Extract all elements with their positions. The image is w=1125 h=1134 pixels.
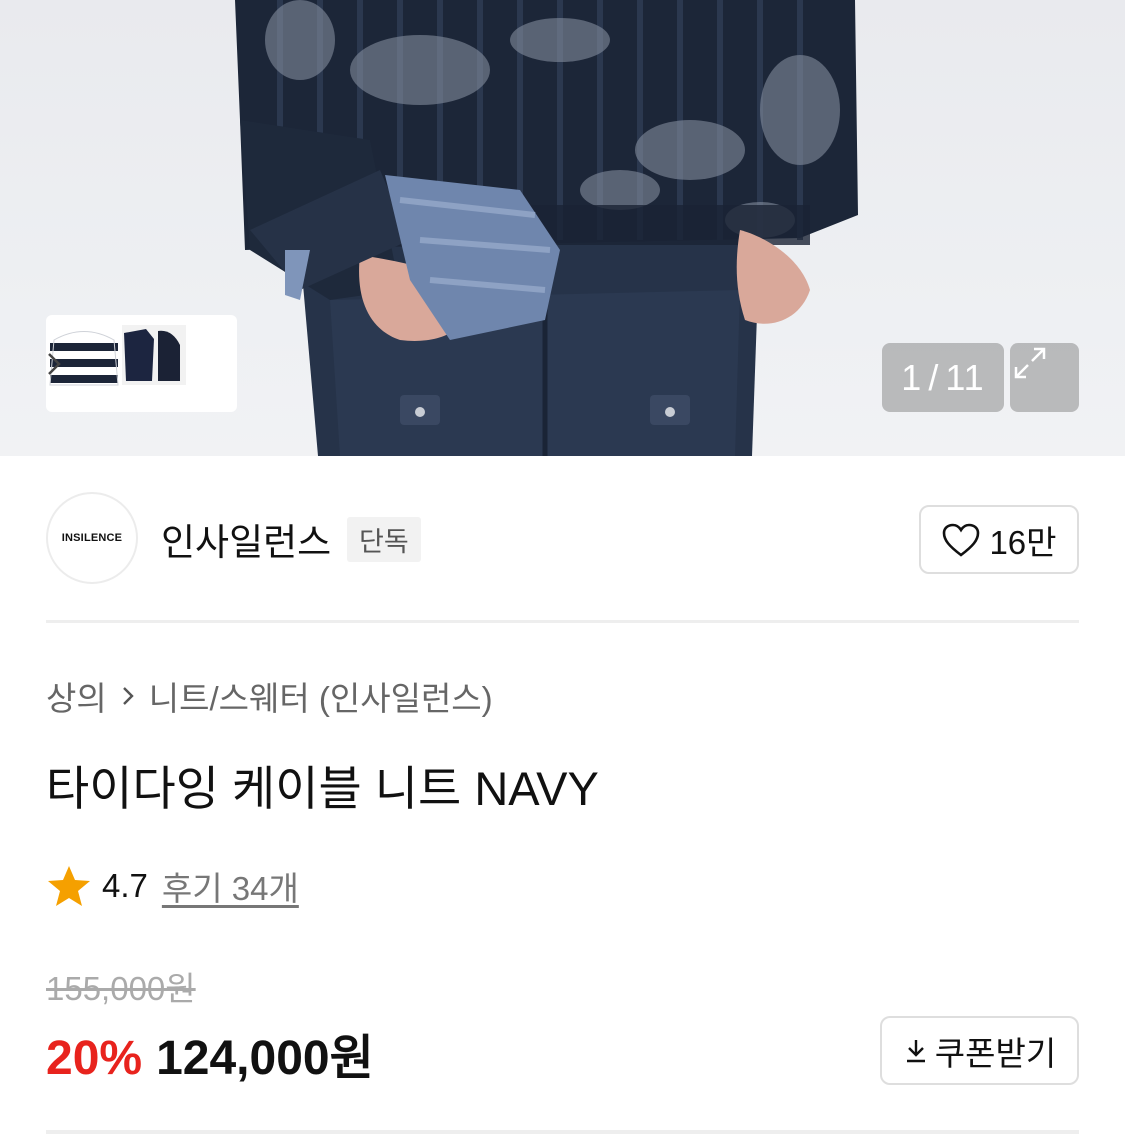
price-row: 20% 124,000원 [46,1018,374,1088]
chevron-right-icon[interactable] [46,351,62,377]
counter-current: 1 [901,356,923,398]
coupon-download-button[interactable]: 쿠폰받기 [880,1016,1079,1085]
discount-rate: 20% [46,1032,143,1085]
section-divider [46,620,1079,623]
product-image-gallery[interactable]: 1 / 11 [0,0,1125,456]
expand-image-button[interactable] [1010,343,1079,412]
like-count: 16만 [989,523,1057,561]
original-price: 155,000원 [46,970,196,1007]
expand-icon [1014,347,1046,379]
sale-price: 124,000원 [156,1032,374,1085]
product-title: 타이다잉 케이블 니트 NAVY [46,762,599,815]
breadcrumb-category[interactable]: 상의 [46,672,107,720]
rating-row: 4.7 후기 34개 [46,862,299,910]
brand-logo[interactable]: INSILENCE [46,492,138,584]
chevron-right-icon [122,687,134,705]
heart-icon [943,523,980,557]
brand-name[interactable]: 인사일런스 [161,512,331,566]
star-icon [48,866,90,906]
image-counter: 1 / 11 [882,343,1004,412]
variant-thumbnail-images[interactable] [46,315,186,393]
brand-logo-text: INSILENCE [61,532,123,544]
color-variant-thumbnails[interactable] [46,315,237,412]
rating-score: 4.7 [102,867,148,904]
coupon-label: 쿠폰받기 [934,1034,1057,1072]
thumbnail-navy-knit [154,325,186,385]
reviews-link[interactable]: 후기 34개 [162,862,299,910]
brand-row: INSILENCE 인사일런스 단독 16만 [46,492,1079,586]
counter-total: 11 [945,356,985,398]
thumbnail-navy-tee [122,325,158,385]
exclusive-badge: 단독 [347,517,421,562]
like-button[interactable]: 16만 [919,505,1079,574]
breadcrumb: 상의 니트/스웨터 (인사일런스) [46,672,493,720]
download-icon [906,1039,925,1062]
section-divider-bottom [46,1130,1079,1134]
counter-separator: / [928,356,940,398]
breadcrumb-subcategory[interactable]: 니트/스웨터 (인사일런스) [149,672,493,720]
